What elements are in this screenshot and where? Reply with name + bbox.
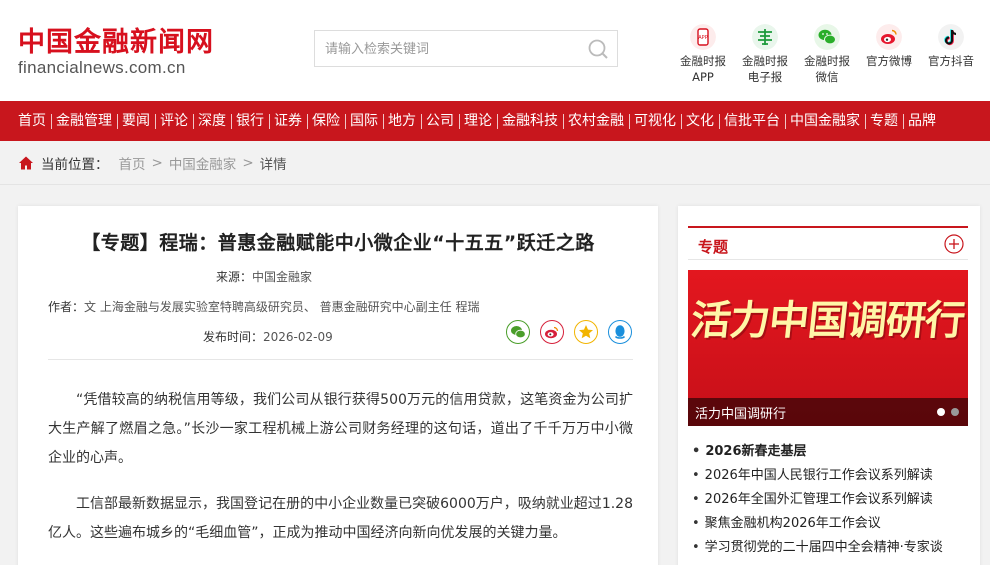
share-qzone-button[interactable] (574, 320, 598, 344)
article-divider (48, 359, 633, 360)
breadcrumb-section-link[interactable]: 中国金融家 (169, 153, 237, 173)
breadcrumb-separator: > (151, 155, 163, 171)
topic-list: 2026新春走基层2026年中国人民银行工作会议系列解读2026年全国外汇管理工… (692, 440, 943, 560)
nav-item[interactable]: 可视化 (629, 101, 681, 141)
nav-item[interactable]: 首页 (13, 101, 51, 141)
author-value: 文 上海金融与发展实验室特聘高级研究员、 普惠金融研究中心副主任 程瑞 (84, 300, 480, 314)
article-date: 发布时间：2026-02-09 (203, 328, 333, 345)
breadcrumb-current: 详情 (259, 157, 287, 173)
nav-item[interactable]: 要闻 (117, 101, 155, 141)
nav-item[interactable]: 保险 (307, 101, 345, 141)
topic-list-item[interactable]: 2026新春走基层 (692, 440, 943, 464)
wechat-icon (511, 326, 526, 339)
logo-chinese: 中国金融新闻网 (18, 27, 214, 58)
nav-item[interactable]: 证券 (269, 101, 307, 141)
topic-banner[interactable]: 活力中国调研行 活力中国调研行 (688, 270, 968, 426)
site-logo[interactable]: 中国金融新闻网 financialnews.com.cn (18, 28, 214, 78)
app-link-app[interactable]: APP 金融时报 APP (672, 24, 734, 85)
app-link-epaper[interactable]: 金融时报 电子报 (734, 24, 796, 85)
author-label: 作者： (48, 300, 85, 314)
topic-list-item[interactable]: 聚焦金融机构2026年工作会议 (692, 512, 943, 536)
app-label-line2: APP (692, 70, 714, 84)
app-label-line1: 金融时报 (742, 54, 788, 68)
nav-item[interactable]: 国际 (345, 101, 383, 141)
nav-item[interactable]: 品牌 (903, 101, 941, 141)
weibo-icon (876, 24, 902, 50)
topic-list-item[interactable]: 学习贯彻党的二十届四中全会精神·专家谈 (692, 536, 943, 560)
breadcrumb-label: 当前位置： (41, 157, 109, 173)
nav-item[interactable]: 中国金融家 (785, 101, 865, 141)
source-label: 来源： (216, 270, 253, 284)
app-link-wechat[interactable]: 金融时报 微信 (796, 24, 858, 85)
nav-item[interactable]: 文化 (681, 101, 719, 141)
app-label-line1: 金融时报 (680, 54, 726, 68)
app-label-line2: 电子报 (747, 70, 783, 84)
topic-list-item[interactable]: 2026年全国外汇管理工作会议系列解读 (692, 488, 943, 512)
app-label-line1: 官方微博 (866, 54, 912, 68)
search-icon[interactable] (587, 38, 609, 60)
nav-item[interactable]: 公司 (421, 101, 459, 141)
plus-icon[interactable] (944, 234, 964, 254)
wechat-icon (814, 24, 840, 50)
banner-caption-bar: 活力中国调研行 (688, 398, 968, 426)
nav-item[interactable]: 地方 (383, 101, 421, 141)
star-icon (579, 325, 593, 339)
article-paragraph: 工信部最新数据显示，我国登记在册的中小企业数量已突破6000万户，吸纳就业超过1… (48, 496, 633, 541)
nav-item[interactable]: 金融科技 (497, 101, 563, 141)
nav-item[interactable]: 评论 (155, 101, 193, 141)
nav-item[interactable]: 信批平台 (719, 101, 785, 141)
app-link-douyin[interactable]: 官方抖音 (920, 24, 982, 85)
source-value: 中国金融家 (252, 270, 313, 284)
date-value: 2026-02-09 (263, 330, 333, 344)
app-icon: APP (690, 24, 716, 50)
nav-item[interactable]: 金融管理 (51, 101, 117, 141)
breadcrumb-home-link[interactable]: 首页 (119, 153, 146, 173)
sidebar-header-bar (688, 226, 968, 228)
douyin-icon (938, 24, 964, 50)
share-weibo-button[interactable] (540, 320, 564, 344)
share-buttons (506, 320, 642, 344)
article-paragraph: “凭借较高的纳税信用等级，我们公司从银行获得500万元的信用贷款，这笔资金为公司… (48, 392, 633, 466)
app-link-weibo[interactable]: 官方微博 (858, 24, 920, 85)
banner-caption: 活力中国调研行 (695, 407, 787, 422)
app-links: APP 金融时报 APP 金融时报 电子报 金融时报 微信 官方微博 官方抖音 (672, 24, 982, 85)
weibo-icon (545, 326, 559, 339)
special-topics-sidebar: 专题 活力中国调研行 活力中国调研行 2026新春走基层2026年中国人民银行工… (678, 206, 980, 565)
topic-list-item[interactable]: 2026年中国人民银行工作会议系列解读 (692, 464, 943, 488)
nav-item[interactable]: 农村金融 (563, 101, 629, 141)
breadcrumb-divider (0, 184, 990, 185)
svg-text:APP: APP (698, 35, 707, 41)
nav-item[interactable]: 深度 (193, 101, 231, 141)
carousel-dots (931, 408, 959, 416)
search-input[interactable] (325, 39, 575, 59)
carousel-dot[interactable] (951, 408, 959, 416)
logo-english: financialnews.com.cn (18, 58, 186, 77)
article-source: 来源：中国金融家 (216, 268, 312, 285)
breadcrumb-separator: > (242, 155, 254, 171)
sidebar-title: 专题 (698, 238, 729, 256)
nav-item[interactable]: 专题 (865, 101, 903, 141)
sidebar-header: 专题 (688, 226, 968, 260)
article-author: 作者：文 上海金融与发展实验室特聘高级研究员、 普惠金融研究中心副主任 程瑞 (48, 298, 479, 315)
nav-item[interactable]: 银行 (231, 101, 269, 141)
banner-headline: 活力中国调研行 (688, 298, 967, 344)
article-title: 【专题】程瑞：普惠金融赋能中小微企业“十五五”跃迁之路 (81, 232, 595, 254)
app-label-line1: 官方抖音 (928, 54, 974, 68)
search-box (314, 30, 618, 67)
qq-icon (614, 325, 626, 339)
site-header: 中国金融新闻网 financialnews.com.cn APP 金融时报 AP… (0, 0, 990, 101)
share-qq-button[interactable] (608, 320, 632, 344)
app-label-line1: 金融时报 (804, 54, 850, 68)
share-wechat-button[interactable] (506, 320, 530, 344)
app-label-line2: 微信 (815, 70, 839, 84)
nav-item[interactable]: 理论 (459, 101, 497, 141)
epaper-icon (752, 24, 778, 50)
main-nav: 首页 金融管理 要闻 评论 深度 银行 证券 保险 国际 地方 公司 理论 金融科技 农村金融 可视化 文化信… (0, 101, 990, 141)
article-panel: 【专题】程瑞：普惠金融赋能中小微企业“十五五”跃迁之路 来源：中国金融家 作者：… (18, 206, 658, 565)
carousel-dot-active[interactable] (937, 408, 945, 416)
date-label: 发布时间： (203, 330, 264, 344)
home-icon (19, 156, 33, 170)
breadcrumb: 当前位置： 首页 > 中国金融家 > 详情 (18, 152, 287, 174)
